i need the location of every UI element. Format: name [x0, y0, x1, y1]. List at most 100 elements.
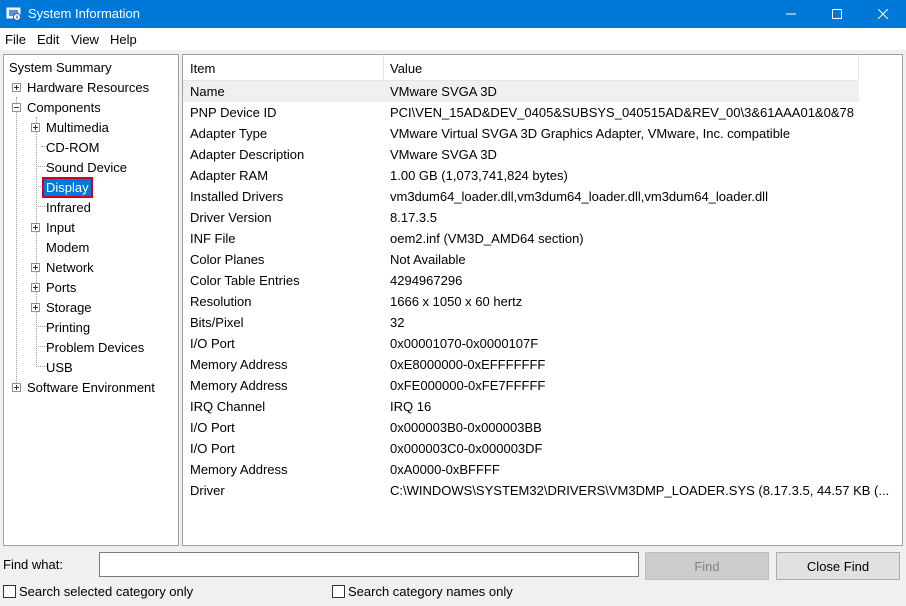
tree-item-network[interactable]: Network: [31, 257, 96, 277]
tree-item-cd-rom[interactable]: CD-ROM: [44, 137, 101, 157]
tree-item-label-selected: Display: [42, 176, 93, 198]
tree-item-label: Problem Devices: [46, 339, 145, 355]
row-item: Color Planes: [190, 252, 265, 267]
find-what-label: Find what:: [3, 557, 63, 572]
table-row[interactable]: PNP Device ID PCI\VEN_15AD&DEV_0405&SUBSY…: [183, 102, 902, 123]
tree-item-label: Modem: [46, 239, 90, 255]
table-row[interactable]: Name VMware SVGA 3D: [183, 81, 859, 102]
row-item: Driver Version: [190, 210, 272, 225]
window-title: System Information: [28, 6, 140, 21]
tree-item-sound-device[interactable]: Sound Device: [44, 157, 129, 177]
tree-item-display[interactable]: Display: [42, 176, 93, 198]
tree-item-system-summary[interactable]: System Summary: [7, 57, 114, 77]
menu-help[interactable]: Help: [110, 32, 137, 47]
row-value: IRQ 16: [390, 399, 432, 414]
maximize-icon: [832, 7, 842, 22]
table-row[interactable]: IRQ Channel IRQ 16: [183, 396, 902, 417]
row-item: I/O Port: [190, 420, 235, 435]
tree-connector: [36, 117, 37, 367]
table-row[interactable]: Adapter RAM 1.00 GB (1,073,741,824 bytes): [183, 165, 902, 186]
column-header-value[interactable]: Value: [390, 61, 422, 76]
search-selected-category-label: Search selected category only: [19, 584, 194, 599]
table-row[interactable]: I/O Port 0x000003B0-0x000003BB: [183, 417, 902, 438]
maximize-button[interactable]: [814, 0, 860, 28]
table-row[interactable]: Bits/Pixel 32: [183, 312, 902, 333]
expand-icon[interactable]: [31, 122, 40, 132]
close-find-button[interactable]: Close Find: [776, 552, 900, 580]
row-item: Driver: [190, 483, 225, 498]
expand-icon[interactable]: [31, 262, 40, 272]
tree-item-label: Storage: [46, 299, 92, 315]
table-row[interactable]: I/O Port 0x00001070-0x0000107F: [183, 333, 902, 354]
close-icon: [877, 7, 889, 22]
column-header-item[interactable]: Item: [190, 61, 215, 76]
tree-item-ports[interactable]: Ports: [31, 277, 78, 297]
table-row[interactable]: Driver C:\WINDOWS\SYSTEM32\DRIVERS\VM3DMP…: [183, 480, 902, 501]
search-category-names-label: Search category names only: [348, 584, 513, 599]
row-value: 8.17.3.5: [390, 210, 437, 225]
row-value: 0x000003B0-0x000003BB: [390, 420, 542, 435]
table-row[interactable]: Memory Address 0xFE000000-0xFE7FFFFF: [183, 375, 902, 396]
row-item: Adapter RAM: [190, 168, 269, 183]
tree-item-software-environment[interactable]: Software Environment: [12, 377, 157, 397]
tree-item-components[interactable]: Components: [12, 97, 103, 117]
table-row[interactable]: Installed Drivers vm3dum64_loader.dll,vm3…: [183, 186, 902, 207]
table-row[interactable]: Color Table Entries 4294967296: [183, 270, 902, 291]
table-row[interactable]: Color Planes Not Available: [183, 249, 902, 270]
expand-icon[interactable]: [31, 302, 40, 312]
search-category-names-option[interactable]: Search category names only: [332, 584, 513, 599]
search-selected-category-checkbox[interactable]: [3, 585, 16, 598]
category-tree[interactable]: System Summary Hardware Resources Compon…: [3, 54, 179, 546]
column-divider[interactable]: [383, 55, 384, 81]
row-item: Bits/Pixel: [190, 315, 244, 330]
menu-bar: File Edit View Help: [0, 28, 906, 50]
menu-edit[interactable]: Edit: [37, 32, 59, 47]
expand-icon[interactable]: [31, 222, 40, 232]
tree-item-multimedia[interactable]: Multimedia: [31, 117, 111, 137]
expand-icon[interactable]: [12, 82, 21, 92]
row-value: Not Available: [390, 252, 466, 267]
row-value: PCI\VEN_15AD&DEV_0405&SUBSYS_040515AD&RE…: [390, 105, 854, 120]
row-item: Memory Address: [190, 357, 288, 372]
row-item: Adapter Type: [190, 126, 268, 141]
tree-item-label: Hardware Resources: [27, 79, 150, 95]
row-value: VMware Virtual SVGA 3D Graphics Adapter,…: [390, 126, 791, 141]
table-row[interactable]: INF File oem2.inf (VM3D_AMD64 section): [183, 228, 902, 249]
tree-item-label: Components: [27, 99, 101, 115]
tree-item-label: Infrared: [46, 199, 91, 215]
table-row[interactable]: Resolution 1666 x 1050 x 60 hertz: [183, 291, 902, 312]
expand-icon[interactable]: [12, 382, 21, 392]
menu-view[interactable]: View: [71, 32, 99, 47]
find-what-input[interactable]: [99, 552, 639, 577]
collapse-icon[interactable]: [12, 102, 21, 112]
tree-item-modem[interactable]: Modem: [44, 237, 91, 257]
search-category-names-checkbox[interactable]: [332, 585, 345, 598]
tree-item-problem-devices[interactable]: Problem Devices: [44, 337, 146, 357]
table-row[interactable]: Adapter Type VMware Virtual SVGA 3D Graph…: [183, 123, 902, 144]
table-row[interactable]: Memory Address 0xA0000-0xBFFFF: [183, 459, 902, 480]
row-item: Installed Drivers: [190, 189, 284, 204]
menu-file[interactable]: File: [5, 32, 26, 47]
row-item: Color Table Entries: [190, 273, 300, 288]
close-button[interactable]: [860, 0, 906, 28]
tree-item-hardware-resources[interactable]: Hardware Resources: [12, 77, 151, 97]
tree-item-label: Sound Device: [46, 159, 127, 175]
expand-icon[interactable]: [31, 282, 40, 292]
tree-item-usb[interactable]: USB: [44, 357, 75, 377]
search-selected-category-option[interactable]: Search selected category only: [3, 584, 193, 599]
minimize-button[interactable]: [768, 0, 814, 28]
table-row[interactable]: Driver Version 8.17.3.5: [183, 207, 902, 228]
detail-list[interactable]: Item Value Name VMware SVGA 3D PNP Device …: [182, 54, 903, 546]
row-item: PNP Device ID: [190, 105, 277, 120]
tree-item-printing[interactable]: Printing: [44, 317, 92, 337]
tree-item-infrared[interactable]: Infrared: [44, 197, 93, 217]
tree-item-storage[interactable]: Storage: [31, 297, 94, 317]
find-button[interactable]: Find: [645, 552, 769, 580]
column-divider[interactable]: [858, 55, 859, 81]
tree-item-label: CD-ROM: [46, 139, 100, 155]
row-value: 1.00 GB (1,073,741,824 bytes): [390, 168, 568, 183]
table-row[interactable]: Adapter Description VMware SVGA 3D: [183, 144, 902, 165]
table-row[interactable]: I/O Port 0x000003C0-0x000003DF: [183, 438, 902, 459]
tree-item-input[interactable]: Input: [31, 217, 77, 237]
table-row[interactable]: Memory Address 0xE8000000-0xEFFFFFFF: [183, 354, 902, 375]
